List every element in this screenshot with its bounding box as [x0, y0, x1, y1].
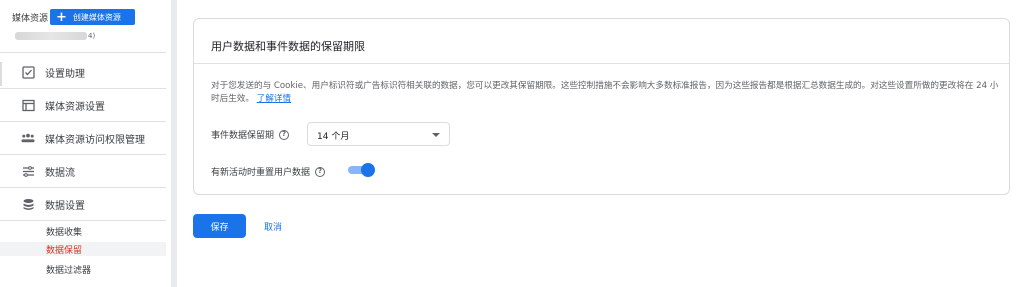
account-name-redacted [15, 32, 87, 40]
learn-more-link[interactable]: 了解详情 [257, 94, 291, 104]
plus-icon: + [56, 9, 67, 25]
sidebar-item-label: 媒体资源设置 [45, 101, 105, 113]
sidebar-subitem-data-filters[interactable]: 数据过滤器 [0, 262, 166, 276]
event-retention-select[interactable]: 14 个月 [307, 122, 450, 146]
card-description: 对于您发送的与 Cookie、用户标识符或广告标识符相关联的数据，您可以更改其保… [211, 80, 1001, 106]
card-divider [194, 63, 1009, 64]
card-title: 用户数据和事件数据的保留期限 [211, 40, 365, 53]
sidebar: 媒体资源 + 创建媒体资源 4) 设置助理 媒体资源设置 媒体资源访问权限管理 … [0, 0, 166, 287]
sidebar-subitem-label: 数据收集 [46, 228, 83, 238]
app-root: 媒体资源 + 创建媒体资源 4) 设置助理 媒体资源设置 媒体资源访问权限管理 … [0, 0, 1024, 287]
people-icon [21, 131, 35, 145]
account-selector[interactable]: 4) [15, 32, 95, 40]
account-id: 4) [88, 32, 96, 40]
checklist-icon [21, 65, 35, 79]
sidebar-item-label: 媒体资源访问权限管理 [45, 134, 145, 146]
sidebar-divider [0, 220, 166, 221]
sidebar-subitem-data-retention[interactable]: 数据保留 [0, 242, 166, 256]
sidebar-header: 媒体资源 [12, 9, 48, 25]
data-stream-icon [21, 164, 35, 178]
reset-user-data-row: 有新活动时重置用户数据 ? [211, 165, 326, 178]
sidebar-scrollbar[interactable] [171, 0, 177, 287]
create-property-label: 创建媒体资源 [72, 12, 121, 22]
toggle-knob [361, 163, 375, 177]
help-icon[interactable]: ? [279, 129, 290, 140]
help-icon[interactable]: ? [315, 166, 326, 177]
database-icon [21, 197, 35, 211]
sidebar-item-label: 数据流 [45, 167, 75, 179]
sidebar-item-setup-assistant[interactable]: 设置助理 [0, 56, 166, 88]
save-button[interactable]: 保存 [193, 214, 246, 238]
property-settings-icon [21, 98, 35, 112]
sidebar-subitem-label: 数据保留 [46, 246, 83, 256]
sidebar-item-label: 设置助理 [45, 68, 85, 80]
event-retention-value: 14 个月 [317, 132, 350, 142]
create-property-button[interactable]: + 创建媒体资源 [50, 9, 135, 25]
reset-user-data-toggle[interactable] [348, 163, 376, 177]
section-label: 媒体资源 [12, 13, 49, 24]
sidebar-subitem-data-collection[interactable]: 数据收集 [0, 224, 166, 238]
sidebar-item-data-streams[interactable]: 数据流 [0, 155, 166, 187]
cancel-button[interactable]: 取消 [264, 220, 282, 233]
sidebar-item-data-settings[interactable]: 数据设置 [0, 188, 166, 220]
sidebar-item-property-settings[interactable]: 媒体资源设置 [0, 89, 166, 121]
dropdown-arrow-icon [432, 133, 440, 137]
retention-settings-card: 用户数据和事件数据的保留期限 对于您发送的与 Cookie、用户标识符或广告标识… [193, 18, 1010, 195]
sidebar-divider [0, 52, 166, 53]
sidebar-subitem-label: 数据过滤器 [46, 266, 92, 276]
event-retention-label: 事件数据保留期 [211, 131, 275, 141]
sidebar-item-access-management[interactable]: 媒体资源访问权限管理 [0, 122, 166, 154]
event-retention-row: 事件数据保留期 ? [211, 128, 290, 141]
description-text: 对于您发送的与 Cookie、用户标识符或广告标识符相关联的数据，您可以更改其保… [211, 81, 999, 104]
reset-user-data-label: 有新活动时重置用户数据 [211, 168, 311, 178]
sidebar-item-label: 数据设置 [45, 200, 85, 212]
